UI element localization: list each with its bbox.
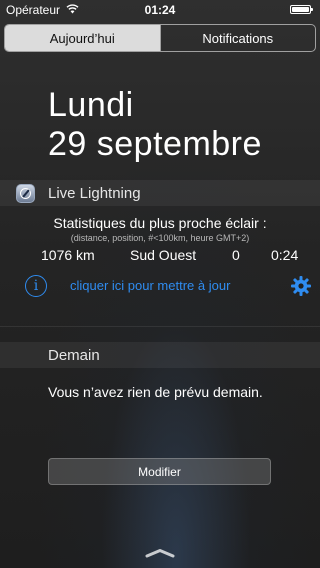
tab-notifications[interactable]: Notifications [159,25,316,51]
update-link[interactable]: cliquer ici pour mettre à jour [70,278,230,293]
info-icon[interactable]: i [25,275,47,297]
section-divider [0,326,320,327]
weekday-heading: Lundi [48,86,134,124]
stat-hour: 0:24 [271,247,299,263]
battery-icon [290,5,313,14]
stat-position: Sud Ouest [130,247,197,263]
chevron-up-icon[interactable] [145,548,175,558]
gear-icon[interactable] [290,275,312,297]
view-segmented-control: Aujourd’hui Notifications [4,24,316,52]
status-time: 01:24 [144,3,176,17]
date-heading: 29 septembre [48,125,262,163]
status-bar: Opérateur 01:24 [0,0,320,20]
widget-title: Live Lightning [48,185,141,202]
modify-button[interactable]: Modifier [48,458,271,485]
stat-count: 0 [232,247,240,263]
tab-today[interactable]: Aujourd’hui [5,25,160,51]
compass-icon [16,184,35,203]
tomorrow-message: Vous n’avez rien de prévu demain. [48,384,263,400]
stat-distance: 1076 km [41,247,95,263]
stats-title: Statistiques du plus proche éclair : [53,215,267,231]
stats-subtitle: (distance, position, #<100km, heure GMT+… [70,233,250,243]
tomorrow-title: Demain [48,347,100,364]
